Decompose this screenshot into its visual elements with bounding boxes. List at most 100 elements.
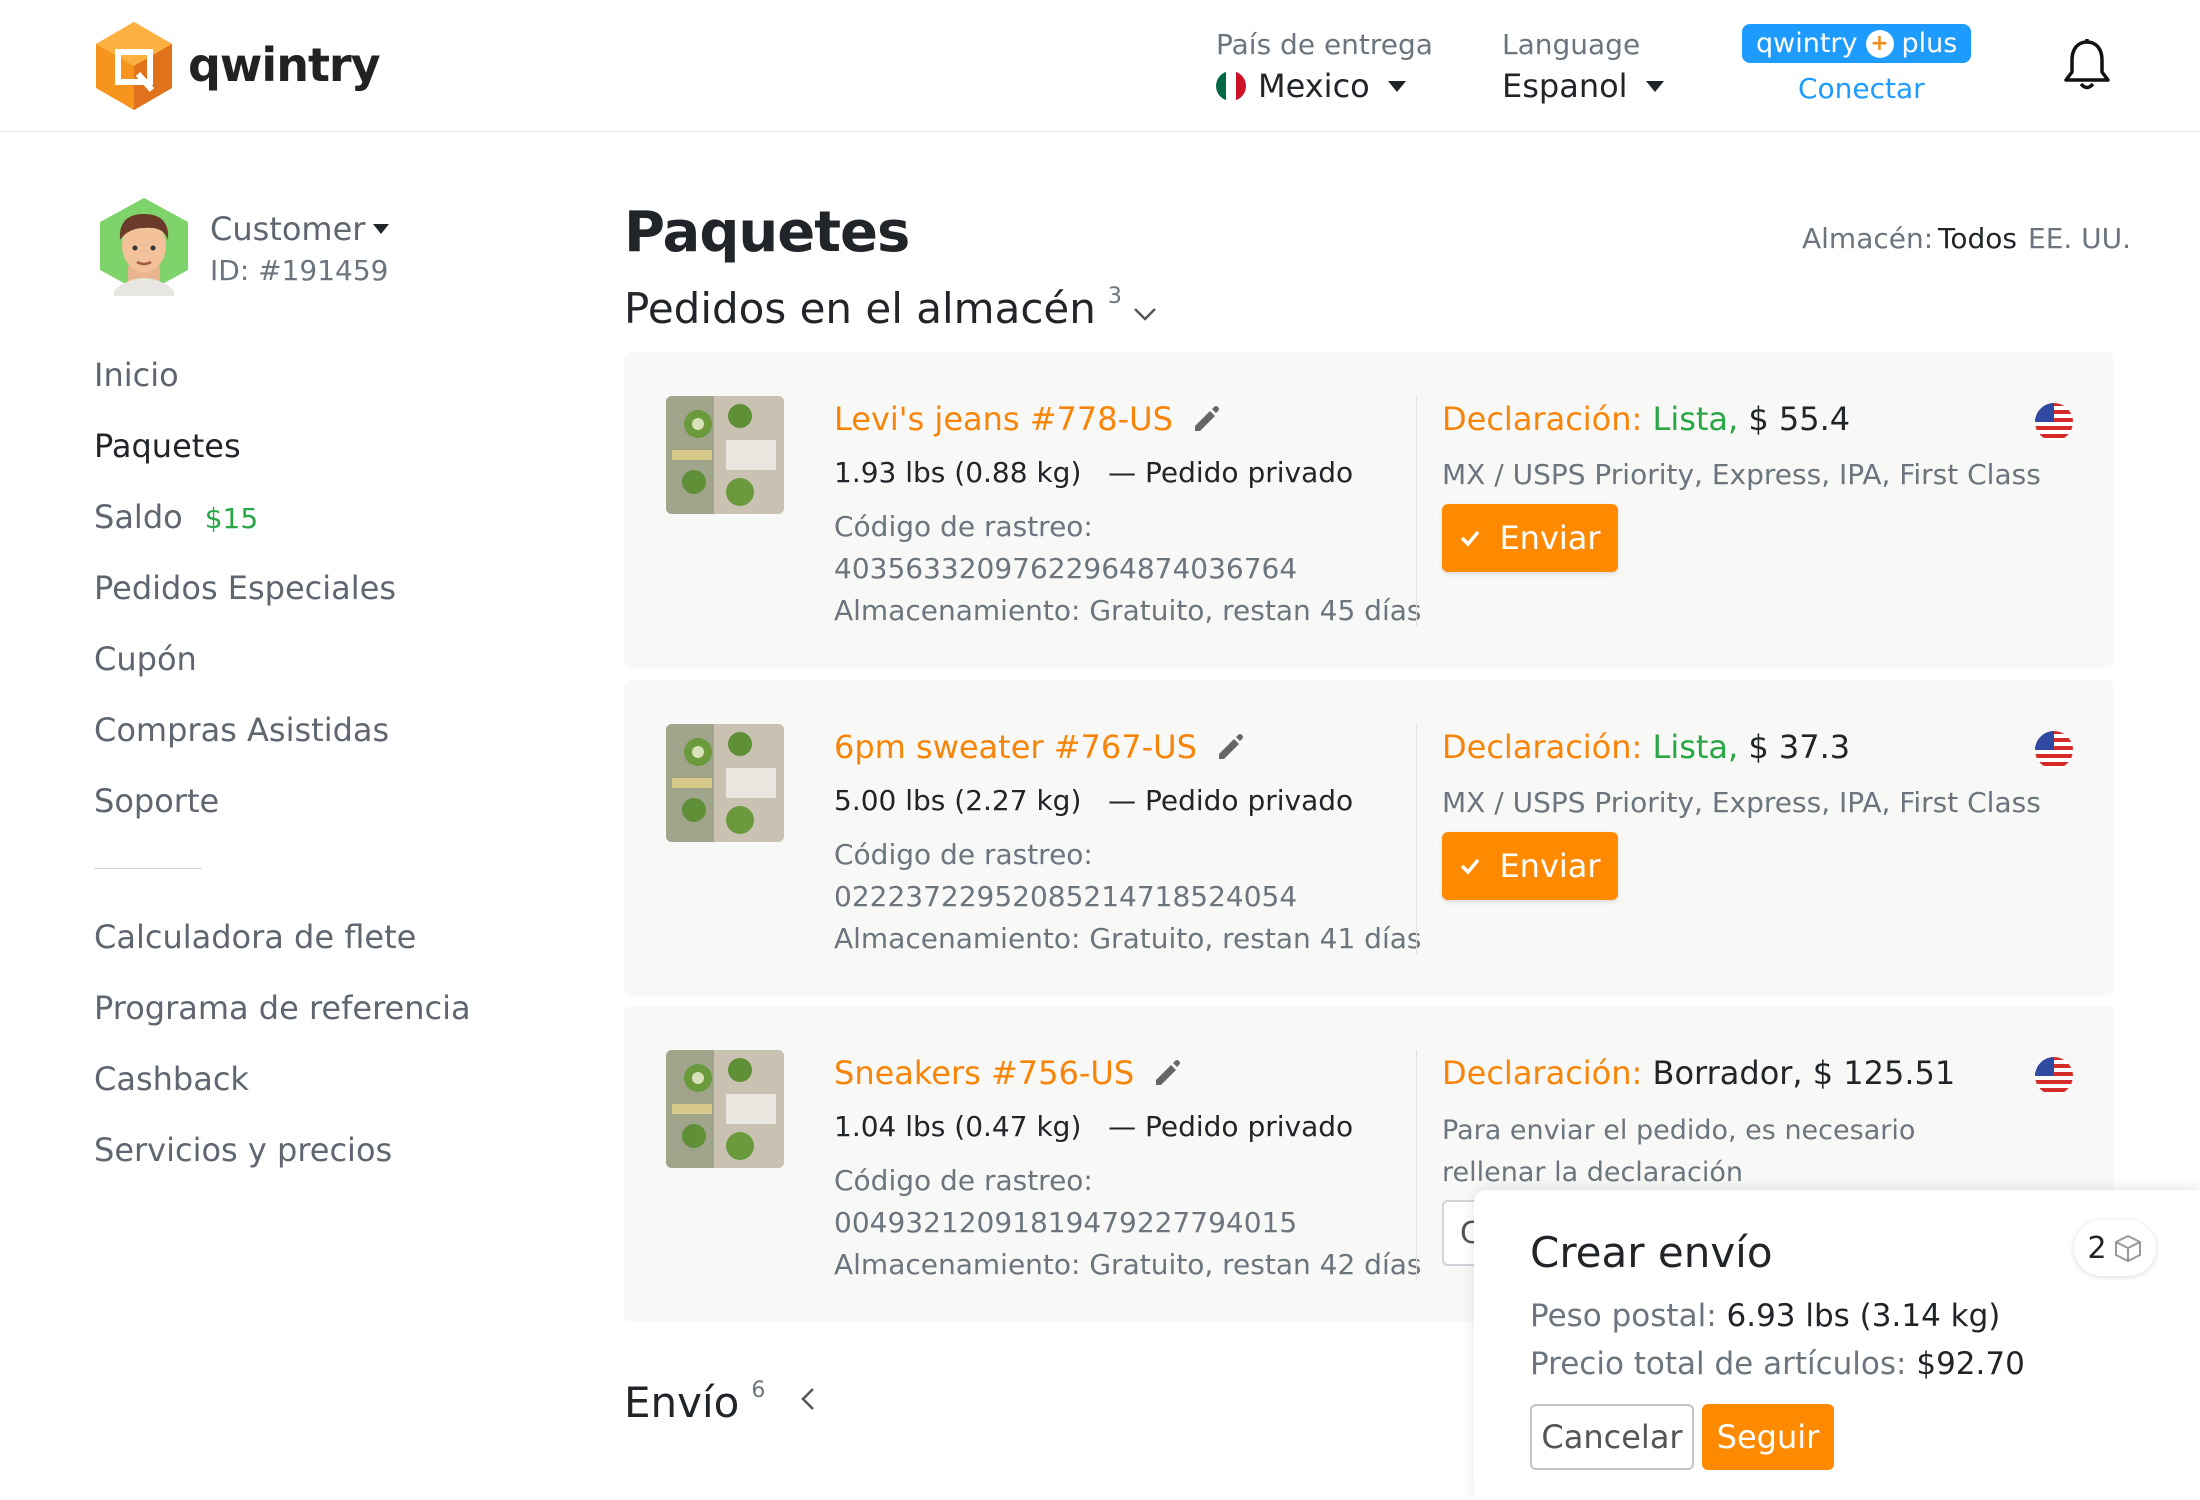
sidebar-item-paquetes[interactable]: Paquetes (94, 427, 241, 465)
send-button[interactable]: Enviar (1442, 504, 1618, 572)
qwintry-plus-badge[interactable]: qwintry + plus (1742, 24, 1972, 63)
package-title-link[interactable]: Levi's jeans #778-US (834, 400, 1221, 438)
package-weight-row: 1.93 lbs (0.88 kg) — Pedido privado (834, 456, 1353, 489)
tracking-number: 004932120918194792277940​15 (834, 1206, 1298, 1239)
declaration-value: $ 125.51 (1812, 1054, 1956, 1092)
declaration-value: $ 55.4 (1748, 400, 1851, 438)
logo-icon (96, 22, 172, 110)
section-title: Envío (624, 1378, 740, 1427)
declaration-label[interactable]: Declaración: (1442, 1054, 1642, 1092)
package-weight-row: 1.04 lbs (0.47 kg) — Pedido privado (834, 1110, 1353, 1143)
page-title: Paquetes (624, 200, 910, 265)
package-weight-row: 5.00 lbs (2.27 kg) — Pedido privado (834, 784, 1353, 817)
package-title: Sneakers #756-US (834, 1054, 1135, 1092)
user-avatar[interactable] (98, 196, 190, 296)
package-photo-image (666, 396, 784, 514)
cancel-button[interactable]: Cancelar (1530, 1404, 1694, 1470)
pencil-icon[interactable] (1191, 404, 1221, 434)
delivery-country-value-row: Mexico (1216, 67, 1433, 105)
sidebar-item-referencia[interactable]: Programa de referencia (94, 989, 471, 1027)
package-title: 6pm sweater #767-US (834, 728, 1197, 766)
package-weight: 1.04 lbs (0.47 kg) (834, 1110, 1082, 1143)
connect-link[interactable]: Conectar (1798, 72, 1925, 105)
package-title-link[interactable]: Sneakers #756-US (834, 1054, 1182, 1092)
package-photo[interactable] (666, 1050, 784, 1168)
pencil-icon[interactable] (1215, 732, 1245, 762)
box-icon (2114, 1234, 2141, 1263)
shipping-methods: MX / USPS Priority, Express, IPA, First … (1442, 786, 2041, 819)
chevron-down-icon (1645, 80, 1664, 92)
user-menu[interactable]: Customer (210, 210, 390, 248)
declaration-label[interactable]: Declaración: (1442, 728, 1642, 766)
section-title: Pedidos en el almacén (624, 284, 1096, 333)
language-select[interactable]: Language Espanol (1502, 28, 1664, 105)
sidebar-item-compras-asistidas[interactable]: Compras Asistidas (94, 711, 389, 749)
user-id: ID: #191459 (210, 254, 389, 287)
section-warehouse-orders[interactable]: Pedidos en el almacén 3 (624, 284, 1122, 333)
warehouse-filter-us[interactable]: EE. UU. (2028, 222, 2131, 255)
sidebar-item-label: Saldo (94, 498, 183, 536)
mexico-flag-icon (1216, 71, 1246, 101)
sidebar-item-pedidos-especiales[interactable]: Pedidos Especiales (94, 569, 396, 607)
chevron-down-icon[interactable] (1132, 300, 1158, 326)
package-photo-image (666, 724, 784, 842)
declaration-value: $ 37.3 (1748, 728, 1851, 766)
package-weight: 5.00 lbs (2.27 kg) (834, 784, 1082, 817)
declaration-label[interactable]: Declaración: (1442, 400, 1642, 438)
package-photo-image (666, 1050, 784, 1168)
us-flag-icon (2035, 1057, 2073, 1095)
total-price-label: Precio total de artículos: (1530, 1346, 1907, 1382)
storage-info: Almacenamiento: Gratuito, restan 42 días (834, 1248, 1422, 1281)
declaration-note: Para enviar el pedido, es necesario rell… (1442, 1115, 1916, 1188)
sidebar-item-cashback[interactable]: Cashback (94, 1060, 249, 1098)
us-flag-icon (2035, 403, 2073, 441)
caret-down-icon (373, 224, 390, 234)
delivery-country-label: País de entrega (1216, 28, 1433, 61)
package-card: Levi's jeans #778-US 1.93 lbs (0.88 kg) … (624, 352, 2114, 668)
card-divider (1416, 724, 1417, 954)
declaration-state: Lista, (1652, 728, 1739, 766)
delivery-country-select[interactable]: País de entrega Mexico (1216, 28, 1433, 105)
warehouse-filter-all[interactable]: Todos (1938, 222, 2017, 255)
card-divider (1416, 396, 1417, 626)
postal-weight-value: 6.93 lbs (3.14 kg) (1726, 1298, 2001, 1334)
sidebar-item-inicio[interactable]: Inicio (94, 356, 179, 394)
sidebar-item-cupon[interactable]: Cupón (94, 640, 197, 678)
sidebar-item-saldo[interactable]: Saldo $15 (94, 498, 258, 536)
declaration-status: Declaración: Lista, $ 55.4 (1442, 400, 1850, 438)
chevron-left-icon[interactable] (796, 1386, 822, 1412)
balance-amount: $15 (204, 502, 259, 535)
send-button[interactable]: Enviar (1442, 832, 1618, 900)
package-title-link[interactable]: 6pm sweater #767-US (834, 728, 1245, 766)
package-type: — Pedido privado (1108, 1110, 1354, 1143)
package-photo[interactable] (666, 724, 784, 842)
total-price-value: $92.70 (1916, 1346, 2025, 1382)
section-shipping[interactable]: Envío 6 (624, 1378, 765, 1427)
package-type: — Pedido privado (1108, 456, 1354, 489)
brand-name: qwintry (188, 38, 381, 92)
send-button-label: Enviar (1499, 847, 1601, 885)
delivery-country-value: Mexico (1258, 67, 1370, 105)
selected-count-badge[interactable]: 2 (2074, 1220, 2156, 1276)
bell-icon[interactable] (2062, 38, 2112, 92)
package-photo[interactable] (666, 396, 784, 514)
tracking-label: Código de rastreo: (834, 1164, 1093, 1197)
sidebar-item-soporte[interactable]: Soporte (94, 782, 219, 820)
package-weight: 1.93 lbs (0.88 kg) (834, 456, 1082, 489)
sidebar-divider (94, 868, 202, 869)
sidebar-item-servicios[interactable]: Servicios y precios (94, 1131, 392, 1169)
qwintry-logo[interactable]: qwintry (92, 18, 381, 112)
postal-weight-label: Peso postal: (1530, 1298, 1717, 1334)
pencil-icon[interactable] (1152, 1058, 1182, 1088)
language-label: Language (1502, 28, 1641, 61)
language-value: Espanol (1502, 67, 1628, 105)
chevron-down-icon (1387, 80, 1406, 92)
section-count: 6 (751, 1378, 766, 1403)
declaration-state: Borrador, (1652, 1054, 1803, 1092)
sidebar-item-calculadora[interactable]: Calculadora de flete (94, 918, 416, 956)
declaration-status: Declaración: Lista, $ 37.3 (1442, 728, 1850, 766)
tracking-number: 4035633209762296487403676​4 (834, 552, 1298, 585)
continue-button[interactable]: Seguir (1702, 1404, 1834, 1470)
tracking-label: Código de rastreo: (834, 838, 1093, 871)
declaration-state: Lista, (1652, 400, 1739, 438)
